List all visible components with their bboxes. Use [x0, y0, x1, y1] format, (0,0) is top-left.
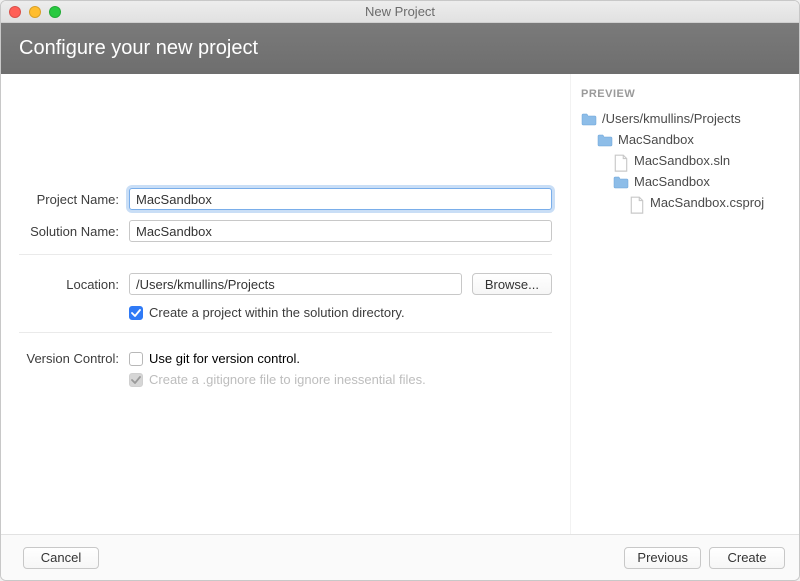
divider [19, 332, 552, 333]
tree-label: /Users/kmullins/Projects [602, 111, 741, 126]
cancel-button[interactable]: Cancel [23, 547, 99, 569]
titlebar: New Project [1, 1, 799, 23]
location-input[interactable] [129, 273, 462, 295]
tree-folder-root: /Users/kmullins/Projects [581, 108, 789, 129]
row-version-control: Version Control: Use git for version con… [19, 351, 552, 366]
file-icon [613, 154, 629, 168]
check-gitignore: Create a .gitignore file to ignore iness… [129, 372, 552, 387]
create-button[interactable]: Create [709, 547, 785, 569]
folder-icon [613, 175, 629, 189]
tree-folder-proj: MacSandbox [581, 171, 789, 192]
checkbox-icon[interactable] [129, 352, 143, 366]
row-solution-name: Solution Name: [19, 220, 552, 242]
spacer [19, 92, 552, 188]
checkbox-icon[interactable] [129, 306, 143, 320]
check-label: Use git for version control. [149, 351, 300, 366]
project-name-input[interactable] [129, 188, 552, 210]
version-control-label: Version Control: [19, 351, 129, 366]
form-pane: Project Name: Solution Name: Location: B… [1, 74, 571, 534]
tree-label: MacSandbox.sln [634, 153, 730, 168]
tree-file-csproj: MacSandbox.csproj [581, 192, 789, 213]
check-create-in-solution[interactable]: Create a project within the solution dir… [129, 305, 552, 320]
tree-file-sln: MacSandbox.sln [581, 150, 789, 171]
location-label: Location: [19, 277, 129, 292]
footer: Cancel Previous Create [1, 534, 799, 580]
browse-button[interactable]: Browse... [472, 273, 552, 295]
tree-folder-sln: MacSandbox [581, 129, 789, 150]
row-project-name: Project Name: [19, 188, 552, 210]
header: Configure your new project [1, 23, 799, 74]
previous-button[interactable]: Previous [624, 547, 701, 569]
checkbox-icon [129, 373, 143, 387]
folder-icon [597, 133, 613, 147]
solution-name-label: Solution Name: [19, 224, 129, 239]
divider [19, 254, 552, 255]
header-title: Configure your new project [19, 37, 258, 59]
row-location: Location: Browse... [19, 273, 552, 295]
project-name-label: Project Name: [19, 192, 129, 207]
tree-label: MacSandbox [634, 174, 710, 189]
preview-pane: PREVIEW /Users/kmullins/Projects MacSand… [571, 74, 799, 534]
folder-icon [581, 112, 597, 126]
preview-title: PREVIEW [581, 88, 789, 100]
window: New Project Configure your new project P… [0, 0, 800, 581]
check-label: Create a project within the solution dir… [149, 305, 405, 320]
body: Project Name: Solution Name: Location: B… [1, 74, 799, 534]
window-title: New Project [1, 4, 799, 19]
check-label: Create a .gitignore file to ignore iness… [149, 372, 426, 387]
preview-tree: /Users/kmullins/Projects MacSandbox MacS… [581, 108, 789, 213]
solution-name-input[interactable] [129, 220, 552, 242]
tree-label: MacSandbox.csproj [650, 195, 764, 210]
tree-label: MacSandbox [618, 132, 694, 147]
file-icon [629, 196, 645, 210]
